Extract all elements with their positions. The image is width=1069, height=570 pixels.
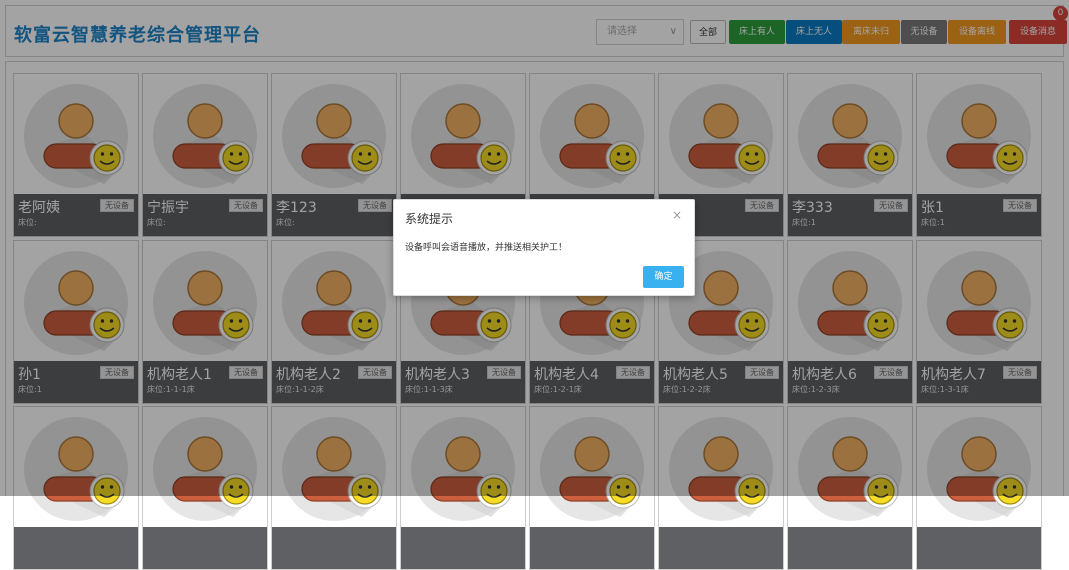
- resident-info: [14, 527, 138, 569]
- resident-info: [401, 527, 525, 569]
- resident-info: [788, 527, 912, 569]
- resident-info: [917, 527, 1041, 569]
- resident-info: [659, 527, 783, 569]
- confirm-button[interactable]: 确定: [643, 266, 684, 288]
- close-icon[interactable]: ×: [672, 208, 682, 222]
- dialog-message: 设备呼叫会语音播放，并推送相关护工！: [405, 243, 568, 253]
- resident-info: [272, 527, 396, 569]
- dialog-title: 系统提示: [405, 212, 454, 226]
- system-alert-dialog: 系统提示 × 设备呼叫会语音播放，并推送相关护工！ 确定: [393, 199, 695, 296]
- resident-info: [530, 527, 654, 569]
- resident-info: [143, 527, 267, 569]
